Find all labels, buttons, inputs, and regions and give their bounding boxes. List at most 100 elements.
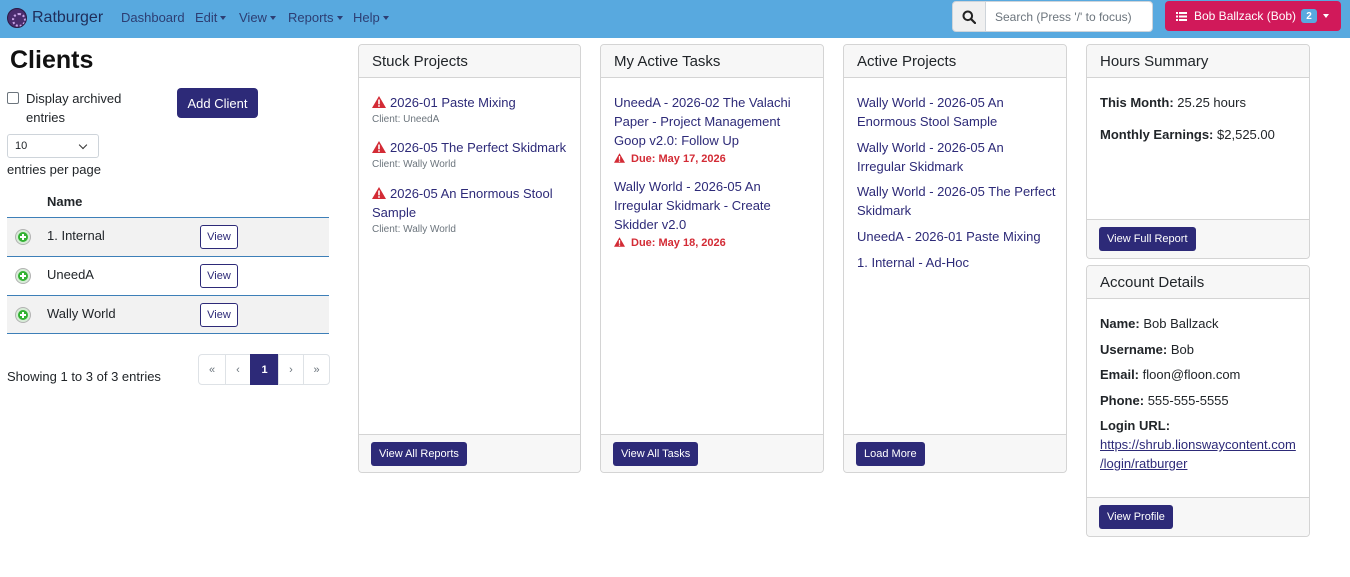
column-header-name[interactable]: Name xyxy=(47,194,82,209)
username-value: Bob xyxy=(1170,342,1194,357)
display-archived-checkbox[interactable] xyxy=(7,92,19,104)
nav-reports[interactable]: Reports xyxy=(288,10,343,25)
view-client-button[interactable]: View xyxy=(200,303,238,327)
search-button[interactable] xyxy=(952,1,986,32)
task-due: Due: May 17, 2026 xyxy=(614,153,794,165)
display-archived-label[interactable]: Display archived entries xyxy=(26,89,136,127)
task-due-text: Due: May 18, 2026 xyxy=(631,237,726,249)
client-name: 1. Internal xyxy=(47,228,105,243)
nav-edit-label: Edit xyxy=(195,10,218,25)
view-all-tasks-button[interactable]: View All Tasks xyxy=(613,442,699,466)
add-client-button[interactable]: Add Client xyxy=(177,88,258,118)
load-more-button[interactable]: Load More xyxy=(856,442,925,466)
stuck-project-client: Client: Wally World xyxy=(372,224,456,235)
name-label: Name: xyxy=(1100,316,1140,331)
search-input[interactable] xyxy=(985,1,1153,32)
chevron-down-icon xyxy=(382,15,389,20)
earnings-value: $2,525.00 xyxy=(1217,127,1275,142)
card-title: Hours Summary xyxy=(1087,45,1309,78)
view-full-report-button[interactable]: View Full Report xyxy=(1099,227,1196,251)
nav-help[interactable]: Help xyxy=(353,10,389,25)
login-url-link[interactable]: https://shrub.lionswaycontent.com /login… xyxy=(1100,435,1296,473)
active-project-link[interactable]: Wally World - 2026-05 The Perfect Skidma… xyxy=(857,182,1067,220)
view-client-button[interactable]: View xyxy=(200,225,238,249)
account-name: Name: Bob Ballzack xyxy=(1100,314,1219,333)
card-footer: Load More xyxy=(844,434,1066,472)
account-email: Email: floon@floon.com xyxy=(1100,365,1240,384)
brand[interactable]: Ratburger xyxy=(7,7,103,29)
page-prev-button[interactable]: ‹ xyxy=(225,354,251,385)
stuck-project-name: 2026-01 Paste Mixing xyxy=(390,95,516,110)
chevron-down-icon xyxy=(78,140,88,150)
active-project-link[interactable]: Wally World - 2026-05 An Irregular Skidm… xyxy=(857,138,1027,176)
task-due: Due: May 18, 2026 xyxy=(614,237,794,249)
stuck-project-link[interactable]: 2026-01 Paste Mixing xyxy=(372,93,572,112)
pagination: « ‹ 1 › » xyxy=(198,354,330,385)
card-footer: View Profile xyxy=(1087,497,1309,536)
this-month-hours: This Month: 25.25 hours xyxy=(1100,93,1246,112)
chevron-down-icon xyxy=(1323,14,1330,18)
stuck-project-link[interactable]: 2026-05 The Perfect Skidmark xyxy=(372,138,572,157)
task-item: UneedA - 2026-02 The Valachi Paper - Pro… xyxy=(614,93,794,165)
chevron-down-icon xyxy=(269,15,276,20)
stuck-project-link[interactable]: 2026-05 An Enormous Stool Sample xyxy=(372,184,572,222)
stuck-project-item: 2026-05 The Perfect Skidmark Client: Wal… xyxy=(372,138,572,170)
view-profile-button[interactable]: View Profile xyxy=(1099,505,1173,529)
nav-dashboard[interactable]: Dashboard xyxy=(121,10,185,25)
page-first-button[interactable]: « xyxy=(198,354,226,385)
chevron-down-icon xyxy=(336,15,343,20)
task-link[interactable]: Wally World - 2026-05 An Irregular Skidm… xyxy=(614,177,794,234)
active-project-link[interactable]: UneedA - 2026-01 Paste Mixing xyxy=(857,227,1057,246)
expand-plus-icon[interactable] xyxy=(16,230,30,244)
page-last-button[interactable]: » xyxy=(303,354,330,385)
task-link[interactable]: UneedA - 2026-02 The Valachi Paper - Pro… xyxy=(614,93,794,150)
login-url-line: /login/ratburger xyxy=(1100,456,1188,471)
hours-summary-card: Hours Summary This Month: 25.25 hours Mo… xyxy=(1086,44,1310,259)
active-project-link[interactable]: Wally World - 2026-05 An Enormous Stool … xyxy=(857,93,1027,131)
warning-triangle-icon xyxy=(372,187,386,199)
page-title: Clients xyxy=(10,46,94,74)
name-value: Bob Ballzack xyxy=(1143,316,1219,331)
page-next-button[interactable]: › xyxy=(278,354,304,385)
card-footer: View Full Report xyxy=(1087,219,1309,258)
nav-dashboard-label: Dashboard xyxy=(121,10,185,25)
warning-triangle-icon xyxy=(372,96,386,108)
nav-view[interactable]: View xyxy=(239,10,276,25)
warning-triangle-icon xyxy=(614,153,625,163)
entries-per-page-value: 10 xyxy=(15,140,28,152)
monthly-earnings: Monthly Earnings: $2,525.00 xyxy=(1100,125,1275,144)
expand-plus-icon[interactable] xyxy=(16,308,30,322)
expand-plus-icon[interactable] xyxy=(16,269,30,283)
stuck-project-item: 2026-01 Paste Mixing Client: UneedA xyxy=(372,93,572,125)
email-value: floon@floon.com xyxy=(1142,367,1241,382)
view-client-button[interactable]: View xyxy=(200,264,238,288)
entries-per-page-label: entries per page xyxy=(7,162,101,177)
card-title: Stuck Projects xyxy=(359,45,580,78)
nav-view-label: View xyxy=(239,10,267,25)
active-projects-card: Active Projects Wally World - 2026-05 An… xyxy=(843,44,1067,473)
active-project-link[interactable]: 1. Internal - Ad-Hoc xyxy=(857,253,1057,272)
account-phone: Phone: 555-555-5555 xyxy=(1100,391,1229,410)
nav-edit[interactable]: Edit xyxy=(195,10,227,25)
brand-name: Ratburger xyxy=(32,9,104,26)
stuck-project-name: 2026-05 An Enormous Stool Sample xyxy=(372,186,553,220)
user-menu-button[interactable]: Bob Ballzack (Bob) 2 xyxy=(1165,1,1341,31)
entries-per-page-select[interactable]: 10 xyxy=(7,134,99,158)
top-navbar: Ratburger Dashboard Edit View Reports He… xyxy=(0,0,1350,38)
task-due-text: Due: May 17, 2026 xyxy=(631,153,726,165)
stuck-projects-card: Stuck Projects 2026-01 Paste Mixing Clie… xyxy=(358,44,581,473)
page-1-button[interactable]: 1 xyxy=(250,354,279,385)
user-name: Bob Ballzack (Bob) xyxy=(1194,9,1297,23)
view-all-reports-button[interactable]: View All Reports xyxy=(371,442,467,466)
client-name: UneedA xyxy=(47,267,94,282)
stuck-project-client: Client: Wally World xyxy=(372,159,456,170)
ratburger-logo-icon xyxy=(7,8,27,28)
account-details-card: Account Details Name: Bob Ballzack Usern… xyxy=(1086,265,1310,537)
table-row: UneedA View xyxy=(7,256,329,295)
table-info: Showing 1 to 3 of 3 entries xyxy=(7,369,161,384)
stuck-project-item: 2026-05 An Enormous Stool Sample Client:… xyxy=(372,184,572,235)
card-footer: View All Tasks xyxy=(601,434,823,472)
nav-help-label: Help xyxy=(353,10,380,25)
table-row: 1. Internal View xyxy=(7,217,329,256)
nav-reports-label: Reports xyxy=(288,10,334,25)
